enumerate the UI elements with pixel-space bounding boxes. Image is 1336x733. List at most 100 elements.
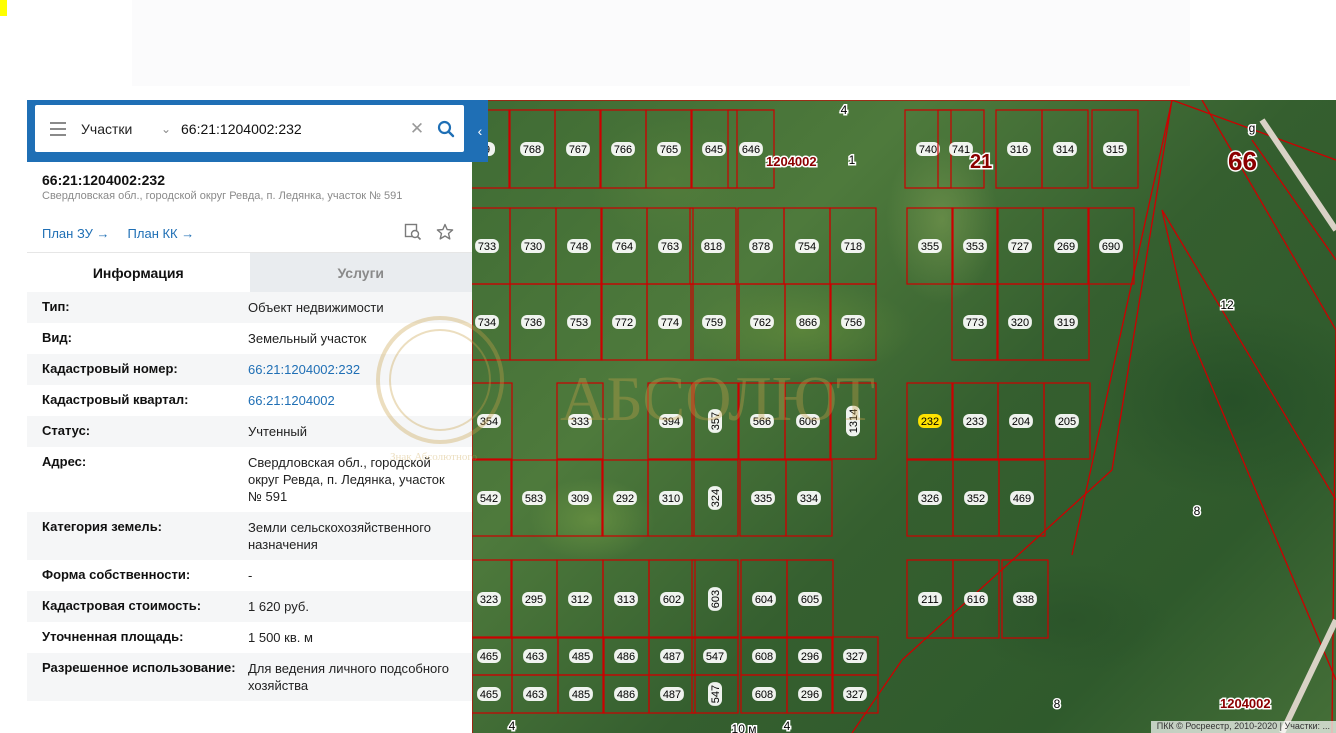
parcel-label[interactable]: 730 — [521, 239, 545, 253]
parcel-label[interactable]: 211 — [918, 592, 942, 606]
cadastral-quarter-link[interactable]: 66:21:1204002 — [248, 392, 457, 409]
parcel-label[interactable]: 323 — [477, 592, 501, 606]
parcel-label[interactable]: 486 — [614, 649, 638, 663]
parcel-label[interactable]: 314 — [1053, 142, 1077, 156]
parcel-label[interactable]: 690 — [1099, 239, 1123, 253]
parcel-label[interactable]: 773 — [963, 315, 987, 329]
parcel-label[interactable]: 463 — [523, 649, 547, 663]
parcel-label[interactable]: 547 — [708, 682, 722, 706]
parcel-label[interactable]: 764 — [612, 239, 636, 253]
parcel-label[interactable]: 748 — [567, 239, 591, 253]
parcel-label[interactable]: 315 — [1103, 142, 1127, 156]
parcel-label[interactable]: 727 — [1008, 239, 1032, 253]
parcel-label[interactable]: 296 — [798, 649, 822, 663]
parcel-label[interactable]: 465 — [477, 687, 501, 701]
cadastral-map[interactable]: 9768767766765645646740741316314315733730… — [472, 100, 1336, 733]
collapse-panel-button[interactable]: ‹ — [472, 100, 488, 162]
parcel-label[interactable]: 772 — [612, 315, 636, 329]
parcel-label[interactable]: 312 — [568, 592, 592, 606]
clear-icon[interactable]: ✕ — [406, 119, 428, 139]
favorite-star-icon[interactable] — [436, 223, 454, 246]
parcel-label[interactable]: 357 — [708, 409, 722, 433]
tab-information[interactable]: Информация — [27, 253, 250, 292]
parcel-label[interactable]: 759 — [702, 315, 726, 329]
parcel-label[interactable]: 740 — [916, 142, 940, 156]
parcel-label[interactable]: 604 — [752, 592, 776, 606]
parcel-label[interactable]: 606 — [796, 414, 820, 428]
parcel-label[interactable]: 645 — [702, 142, 726, 156]
parcel-label[interactable]: 583 — [522, 491, 546, 505]
parcel-label[interactable]: 608 — [752, 687, 776, 701]
parcel-label[interactable]: 753 — [567, 315, 591, 329]
parcel-label[interactable]: 767 — [566, 142, 590, 156]
parcel-label[interactable]: 233 — [963, 414, 987, 428]
parcel-label[interactable]: 768 — [520, 142, 544, 156]
object-type-select[interactable]: Участки ⌄ — [81, 121, 181, 137]
plan-kk-link[interactable]: План КК → — [128, 226, 195, 241]
parcel-label[interactable]: 646 — [739, 142, 763, 156]
parcel-label[interactable]: 309 — [568, 491, 592, 505]
parcel-label[interactable]: 754 — [795, 239, 819, 253]
parcel-label[interactable]: 736 — [521, 315, 545, 329]
parcel-label[interactable]: 718 — [841, 239, 865, 253]
parcel-label[interactable]: 763 — [658, 239, 682, 253]
parcel-label[interactable]: 756 — [841, 315, 865, 329]
search-icon[interactable] — [428, 120, 464, 138]
parcel-label[interactable]: 335 — [751, 491, 775, 505]
parcel-label[interactable]: 204 — [1009, 414, 1033, 428]
parcel-label[interactable]: 394 — [659, 414, 683, 428]
parcel-label[interactable]: 465 — [477, 649, 501, 663]
parcel-label[interactable]: 486 — [614, 687, 638, 701]
parcel-label[interactable]: 603 — [708, 587, 722, 611]
parcel-label[interactable]: 608 — [752, 649, 776, 663]
parcel-label[interactable]: 762 — [750, 315, 774, 329]
parcel-label[interactable]: 766 — [611, 142, 635, 156]
parcel-label[interactable]: 542 — [477, 491, 501, 505]
parcel-label[interactable]: 734 — [475, 315, 499, 329]
parcel-label[interactable]: 602 — [660, 592, 684, 606]
search-input[interactable] — [181, 113, 406, 144]
cadastral-number-link[interactable]: 66:21:1204002:232 — [248, 361, 457, 378]
parcel-label[interactable]: 310 — [659, 491, 683, 505]
parcel-label[interactable]: 566 — [750, 414, 774, 428]
parcel-label[interactable]: 324 — [708, 486, 722, 510]
parcel-label[interactable]: 313 — [614, 592, 638, 606]
parcel-label[interactable]: 334 — [797, 491, 821, 505]
parcel-label[interactable]: 469 — [1010, 491, 1034, 505]
parcel-label[interactable]: 320 — [1008, 315, 1032, 329]
parcel-label[interactable]: 338 — [1013, 592, 1037, 606]
parcel-label[interactable]: 487 — [660, 649, 684, 663]
parcel-label[interactable]: 295 — [522, 592, 546, 606]
parcel-label[interactable]: 463 — [523, 687, 547, 701]
parcel-label[interactable]: 866 — [796, 315, 820, 329]
parcel-label[interactable]: 547 — [703, 649, 727, 663]
parcel-label[interactable]: 487 — [660, 687, 684, 701]
parcel-label[interactable]: 353 — [963, 239, 987, 253]
parcel-label[interactable]: 485 — [569, 649, 593, 663]
plan-zu-link[interactable]: План ЗУ → — [42, 226, 110, 241]
parcel-label[interactable]: 616 — [964, 592, 988, 606]
parcel-label[interactable]: 326 — [918, 491, 942, 505]
parcel-label[interactable]: 765 — [657, 142, 681, 156]
parcel-label[interactable]: 292 — [613, 491, 637, 505]
zoom-to-object-icon[interactable] — [404, 223, 422, 246]
parcel-label[interactable]: 605 — [798, 592, 822, 606]
parcel-label[interactable]: 327 — [843, 649, 867, 663]
menu-icon[interactable] — [35, 105, 81, 152]
parcel-label[interactable]: 355 — [918, 239, 942, 253]
parcel-label[interactable]: 774 — [658, 315, 682, 329]
parcel-label[interactable]: 205 — [1055, 414, 1079, 428]
parcel-label[interactable]: 316 — [1007, 142, 1031, 156]
parcel-label[interactable]: 733 — [475, 239, 499, 253]
parcel-label[interactable]: 319 — [1054, 315, 1078, 329]
tab-services[interactable]: Услуги — [249, 253, 472, 292]
parcel-label[interactable]: 485 — [569, 687, 593, 701]
parcel-label[interactable]: 352 — [964, 491, 988, 505]
parcel-label[interactable]: 818 — [701, 239, 725, 253]
parcel-label[interactable]: 296 — [798, 687, 822, 701]
parcel-label[interactable]: 269 — [1054, 239, 1078, 253]
parcel-label[interactable]: 333 — [568, 414, 592, 428]
parcel-label[interactable]: 878 — [749, 239, 773, 253]
parcel-label[interactable]: 232 — [918, 414, 942, 428]
parcel-label[interactable]: 354 — [477, 414, 501, 428]
